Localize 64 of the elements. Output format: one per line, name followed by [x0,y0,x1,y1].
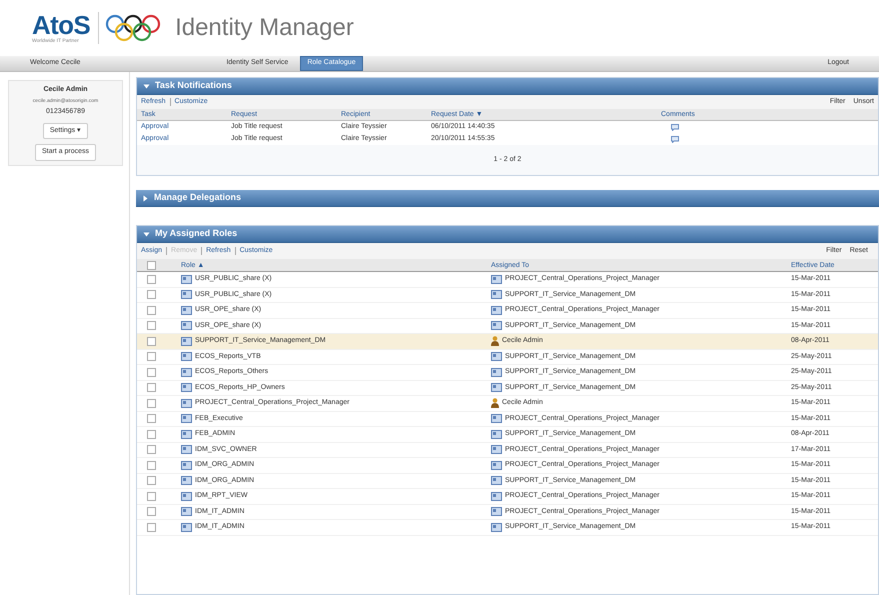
role-icon [491,522,502,532]
user-icon [491,336,499,346]
row-checkbox[interactable] [147,492,156,501]
row-checkbox[interactable] [147,274,156,284]
row-checkbox[interactable] [147,507,156,516]
role-icon [491,476,502,486]
rings-logo [105,13,162,43]
role-icon [181,290,192,300]
role-icon [181,522,192,532]
role-icon [181,476,192,486]
row-checkbox[interactable] [147,383,156,392]
panel-title: Manage Delegations [154,191,242,204]
row-checkbox[interactable] [147,445,156,454]
role-icon [491,383,502,392]
role-icon [181,430,192,439]
role-icon [181,336,192,346]
expand-icon[interactable] [142,194,149,202]
row-checkbox[interactable] [147,336,156,346]
role-icon [491,290,502,300]
row-checkbox[interactable] [147,306,156,315]
row-checkbox[interactable] [147,368,156,377]
row-checkbox[interactable] [147,321,156,330]
role-icon [181,306,192,315]
role-icon [181,460,192,470]
user-icon [491,398,499,408]
role-icon [491,414,502,424]
role-icon [491,460,502,470]
role-icon [491,430,502,439]
role-icon [181,274,192,284]
panel-header[interactable]: Manage Delegations [136,190,879,207]
role-icon [181,414,192,424]
role-icon [181,352,192,362]
collapse-icon[interactable] [143,230,150,238]
row-checkbox[interactable] [147,398,156,408]
collapse-icon[interactable] [143,82,150,90]
role-icon [491,352,502,362]
role-icon [491,368,502,377]
row-checkbox[interactable] [147,430,156,439]
role-icon [491,507,502,516]
role-icon [491,306,502,315]
role-icon [181,321,192,330]
panel-title: Task Notifications [155,79,232,92]
role-icon [491,492,502,501]
company-logo: AtoS [32,12,90,38]
row-checkbox[interactable] [147,290,156,300]
role-icon [181,368,192,377]
panel-header[interactable]: Task Notifications [137,78,878,95]
row-checkbox[interactable] [147,352,156,362]
row-checkbox[interactable] [147,522,156,532]
panel-header[interactable]: My Assigned Roles [137,226,878,243]
row-checkbox[interactable] [147,414,156,424]
app-title: Identity Manager [175,13,354,43]
role-icon [491,321,502,330]
row-checkbox[interactable] [147,476,156,486]
row-checkbox[interactable] [147,260,156,270]
role-icon [181,398,192,408]
role-icon [491,445,502,454]
role-icon [181,445,192,454]
panel-title: My Assigned Roles [155,227,238,240]
row-checkbox[interactable] [147,460,156,470]
role-icon [181,383,192,392]
role-icon [181,492,192,501]
role-icon [181,507,192,516]
role-icon [491,274,502,284]
